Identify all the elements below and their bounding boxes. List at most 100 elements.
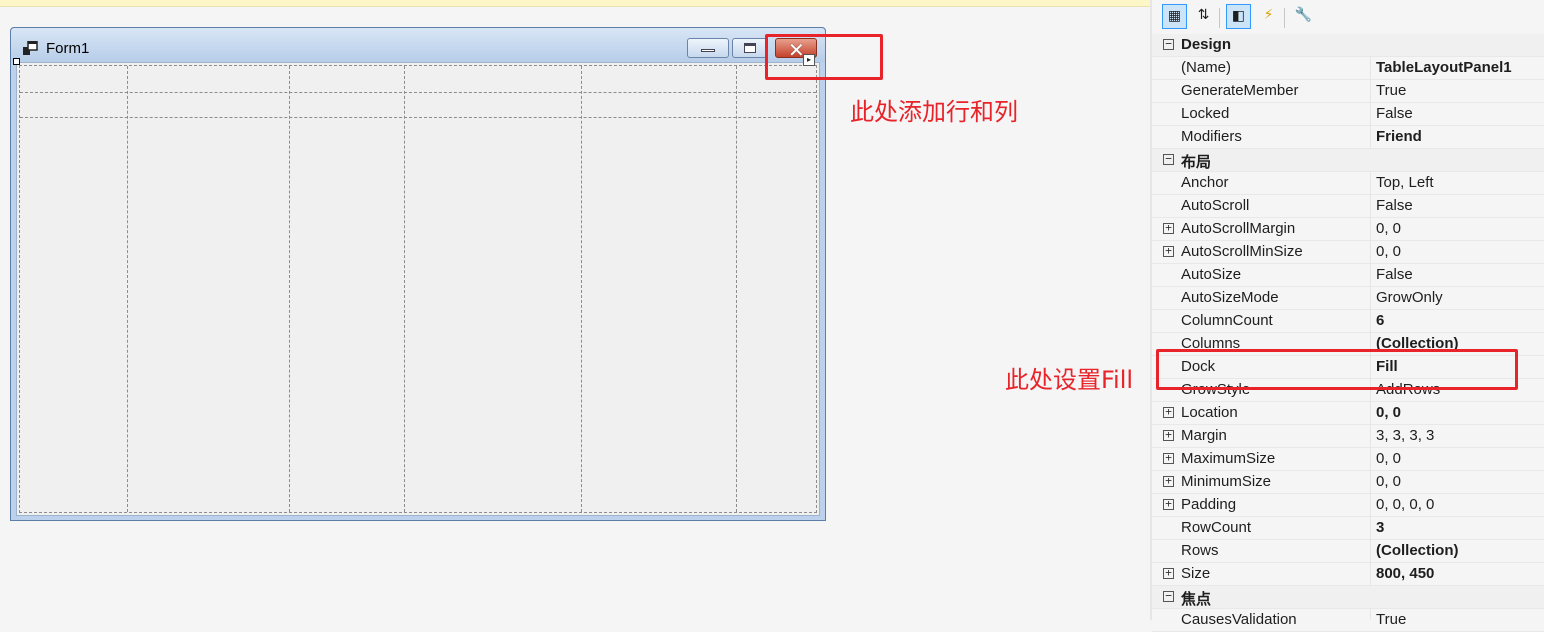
property-name: Padding [1181,496,1237,513]
property-value[interactable]: 0, 0 [1376,404,1401,421]
form-icon [23,41,38,55]
expand-icon[interactable]: + [1163,452,1174,464]
expand-icon[interactable]: + [1163,475,1174,487]
expand-icon[interactable]: + [1163,406,1174,418]
expand-icon[interactable]: + [1163,222,1174,234]
collapse-icon[interactable]: − [1163,590,1174,602]
property-value[interactable]: GrowOnly [1376,289,1443,306]
events-button[interactable]: ⚡ [1256,4,1281,29]
form-titlebar[interactable]: Form1 ✕ [11,28,825,62]
property-value[interactable]: Top, Left [1376,174,1434,191]
alphabetical-icon: ⇅ [1197,7,1210,23]
property-name: AutoSizeMode [1181,289,1279,306]
property-name: Locked [1181,105,1230,122]
property-row[interactable]: + Location 0, 0 [1152,402,1544,425]
property-value[interactable]: 0, 0 [1376,243,1401,260]
property-pages-icon: 🔧 [1294,7,1313,23]
category-name: Design [1181,36,1232,53]
properties-toolbar: ▦ ⇅ ◧ ⚡ 🔧 [1152,0,1544,34]
property-row[interactable]: + MaximumSize 0, 0 [1152,448,1544,471]
property-row[interactable]: + AutoScrollMinSize 0, 0 [1152,241,1544,264]
property-category[interactable]: − Design [1152,34,1544,57]
property-row[interactable]: (Name) TableLayoutPanel1 [1152,57,1544,80]
expand-icon[interactable]: + [1163,498,1174,510]
property-value[interactable]: 0, 0, 0, 0 [1376,496,1434,513]
properties-button[interactable]: ◧ [1226,4,1251,29]
minimize-button[interactable] [687,38,729,58]
expand-icon[interactable]: + [1163,567,1174,579]
property-row[interactable]: Locked False [1152,103,1544,126]
row-divider[interactable] [20,92,816,93]
property-row[interactable]: GenerateMember True [1152,80,1544,103]
maximize-icon [744,43,756,53]
form-window[interactable]: Form1 ✕ ▸ [10,27,826,521]
toolbar-separator [1219,8,1220,28]
annotation-note-dock-fill: 此处设置Fill [1005,366,1134,394]
property-value[interactable]: False [1376,105,1413,122]
property-row[interactable]: + Padding 0, 0, 0, 0 [1152,494,1544,517]
collapse-icon[interactable]: − [1163,153,1174,165]
property-name: Size [1181,565,1211,582]
property-value[interactable]: 0, 0 [1376,220,1401,237]
column-divider[interactable] [736,66,737,512]
designer-top-bar [0,0,1152,7]
property-category[interactable]: − 布局 [1152,149,1544,172]
property-value[interactable]: 0, 0 [1376,450,1401,467]
property-row[interactable]: CausesValidation True [1152,609,1544,632]
maximize-button[interactable] [732,38,768,58]
property-category[interactable]: − 焦点 [1152,586,1544,609]
property-row[interactable]: AutoSizeMode GrowOnly [1152,287,1544,310]
property-name: Anchor [1181,174,1229,191]
property-row[interactable]: RowCount 3 [1152,517,1544,540]
property-row[interactable]: Rows (Collection) [1152,540,1544,563]
properties-panel: ▦ ⇅ ◧ ⚡ 🔧 − Design (Name) TableLayoutPanel1… [1152,0,1544,632]
property-name: Margin [1181,427,1227,444]
form-title: Form1 [46,40,90,57]
property-name: ColumnCount [1181,312,1273,329]
column-divider[interactable] [404,66,405,512]
property-name: AutoScroll [1181,197,1250,214]
property-row[interactable]: + AutoScrollMargin 0, 0 [1152,218,1544,241]
property-value[interactable]: (Collection) [1376,542,1459,559]
expand-icon[interactable]: + [1163,429,1174,441]
property-row[interactable]: ColumnCount 6 [1152,310,1544,333]
property-name: AutoSize [1181,266,1242,283]
property-name: (Name) [1181,59,1232,76]
property-value[interactable]: 800, 450 [1376,565,1434,582]
property-value[interactable]: Friend [1376,128,1422,145]
property-name: Location [1181,404,1238,421]
events-icon: ⚡ [1263,7,1274,23]
properties-icon: ◧ [1231,8,1246,24]
column-divider[interactable] [581,66,582,512]
expand-icon[interactable]: + [1163,245,1174,257]
column-divider[interactable] [289,66,290,512]
property-row[interactable]: AutoScroll False [1152,195,1544,218]
categorized-icon: ▦ [1167,8,1182,24]
property-value[interactable]: 3 [1376,519,1384,536]
property-row[interactable]: AutoSize False [1152,264,1544,287]
property-pages-button[interactable]: 🔧 [1291,4,1316,29]
property-value[interactable]: True [1376,82,1406,99]
property-row[interactable]: Modifiers Friend [1152,126,1544,149]
collapse-icon[interactable]: − [1163,38,1174,50]
property-name: MinimumSize [1181,473,1272,490]
property-value[interactable]: 0, 0 [1376,473,1401,490]
property-row[interactable]: + Margin 3, 3, 3, 3 [1152,425,1544,448]
column-divider[interactable] [127,66,128,512]
row-divider[interactable] [20,117,816,118]
property-value[interactable]: 3, 3, 3, 3 [1376,427,1434,444]
property-row[interactable]: + MinimumSize 0, 0 [1152,471,1544,494]
annotation-box-dock [1156,349,1518,390]
alphabetical-button[interactable]: ⇅ [1191,4,1216,29]
property-row[interactable]: Anchor Top, Left [1152,172,1544,195]
property-name: Modifiers [1181,128,1242,145]
table-layout-panel[interactable] [19,65,817,513]
property-value[interactable]: TableLayoutPanel1 [1376,59,1512,76]
property-value[interactable]: 6 [1376,312,1384,329]
property-row[interactable]: + Size 800, 450 [1152,563,1544,586]
property-value[interactable]: False [1376,266,1413,283]
categorized-button[interactable]: ▦ [1162,4,1187,29]
form-client-area[interactable] [16,62,820,516]
property-value[interactable]: False [1376,197,1413,214]
selection-handle[interactable] [13,58,20,65]
